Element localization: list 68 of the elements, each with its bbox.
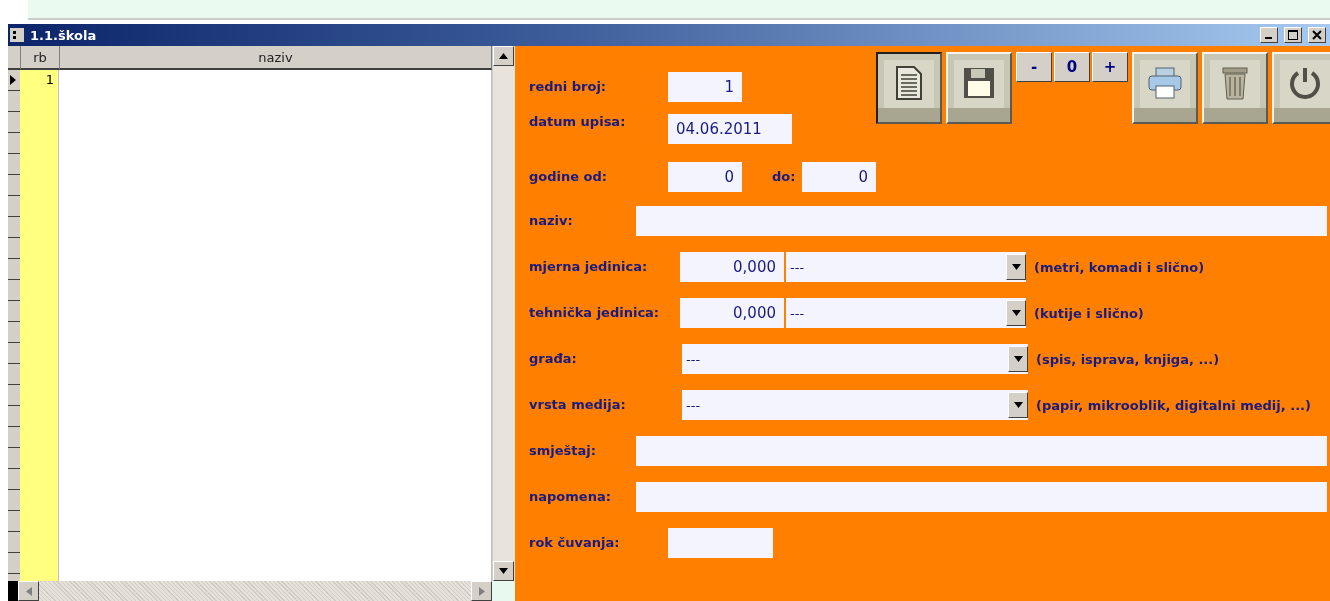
field-label: napomena:: [529, 488, 612, 506]
right-arrow-icon: [478, 586, 485, 596]
field-label: datum upisa:: [529, 114, 627, 131]
column-header[interactable]: naziv: [60, 46, 492, 70]
input-field[interactable]: 0: [802, 162, 876, 192]
field-label: godine od:: [529, 168, 609, 186]
save-button[interactable]: [946, 52, 1012, 124]
delete-button[interactable]: [1202, 52, 1268, 124]
dropdown-field[interactable]: ---: [682, 390, 1028, 420]
counter-value[interactable]: 0: [1054, 52, 1090, 82]
input-field[interactable]: [636, 206, 1327, 236]
input-field[interactable]: 0: [668, 162, 742, 192]
scrollbar-corner: [492, 581, 515, 601]
maximize-icon: [1288, 30, 1298, 40]
header-corner: [8, 46, 21, 70]
field-label: redni broj:: [529, 78, 608, 96]
column-header[interactable]: rb: [21, 46, 60, 70]
exit-button[interactable]: [1272, 52, 1330, 124]
field-label: vrsta medija:: [529, 396, 627, 414]
dropdown-button[interactable]: [1008, 346, 1028, 372]
field-label: mjerna jedinica:: [529, 258, 649, 276]
dropdown-button[interactable]: [1006, 300, 1026, 326]
caret-icon: [1011, 264, 1021, 270]
field-label: smještaj:: [529, 442, 597, 460]
window-title: 1.1.škola: [30, 27, 98, 43]
hint-text: (kutije i slično): [1034, 305, 1144, 321]
horizontal-scrollbar[interactable]: [8, 581, 492, 601]
up-arrow-icon: [499, 53, 508, 59]
dropdown-button[interactable]: [1006, 254, 1026, 280]
window-menu-icon: [10, 28, 24, 42]
decrement-button[interactable]: -: [1016, 52, 1052, 82]
field-label: rok čuvanja:: [529, 534, 621, 552]
trash-icon: [1222, 66, 1248, 100]
document-icon: [896, 66, 922, 100]
field-label: tehnička jedinica:: [529, 304, 661, 322]
maximize-button[interactable]: [1284, 27, 1302, 43]
print-button[interactable]: [1132, 52, 1198, 124]
input-field[interactable]: 04.06.2011: [668, 114, 792, 144]
dropdown-button[interactable]: [1008, 392, 1028, 418]
input-field[interactable]: 0,000: [680, 298, 784, 328]
input-field[interactable]: 0,000: [680, 252, 784, 282]
left-arrow-icon: [25, 586, 32, 596]
field-label: građa:: [529, 350, 578, 368]
input-field[interactable]: [636, 436, 1327, 466]
hint-text: (papir, mikrooblik, digitalni medij, ...): [1036, 397, 1311, 413]
input-field[interactable]: [668, 528, 773, 558]
increment-button[interactable]: +: [1092, 52, 1128, 82]
input-field[interactable]: [636, 482, 1327, 512]
dropdown-field[interactable]: ---: [786, 252, 1026, 282]
minimize-button[interactable]: [1260, 27, 1278, 43]
caret-icon: [1011, 310, 1021, 316]
down-arrow-icon: [499, 568, 508, 574]
vertical-scrollbar[interactable]: [492, 46, 515, 581]
dropdown-field[interactable]: ---: [786, 298, 1026, 328]
table-cell-text: 1: [44, 71, 55, 89]
field-label: do:: [772, 168, 797, 186]
hint-text: (metri, komadi i slično): [1034, 259, 1205, 275]
caret-icon: [1013, 356, 1023, 362]
caret-icon: [1013, 402, 1023, 408]
close-icon: [1312, 30, 1322, 40]
field-label: naziv:: [529, 212, 574, 230]
close-button[interactable]: [1308, 27, 1326, 43]
printer-icon: [1148, 67, 1182, 99]
hint-text: (spis, isprava, knjiga, ...): [1036, 351, 1220, 367]
power-icon: [1288, 66, 1322, 100]
input-field[interactable]: 1: [668, 72, 742, 102]
new-document-button[interactable]: [876, 52, 942, 124]
dropdown-field[interactable]: ---: [682, 344, 1028, 374]
